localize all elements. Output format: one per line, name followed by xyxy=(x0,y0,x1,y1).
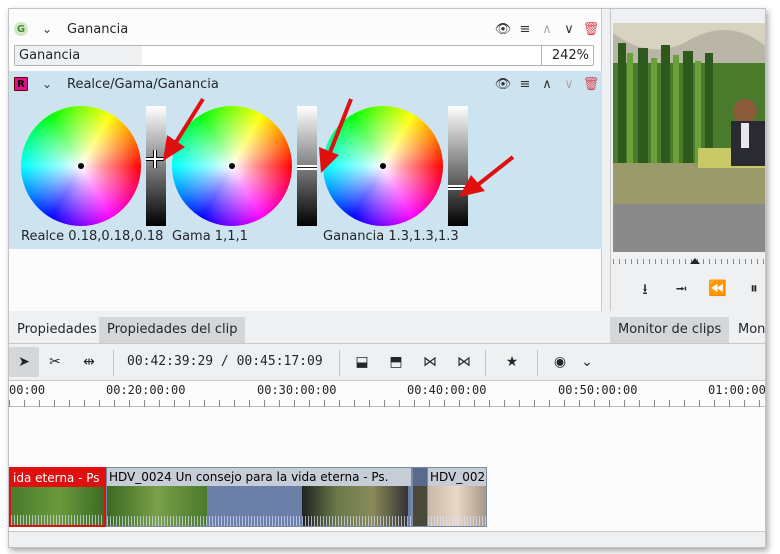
lift-color-wheel[interactable] xyxy=(21,106,141,226)
video-preview[interactable] xyxy=(613,23,765,204)
tab-properties[interactable]: Propiedades xyxy=(9,317,105,343)
tab-clip-monitor[interactable]: Monitor de clips xyxy=(610,317,730,343)
record-audio-icon[interactable]: ◉ xyxy=(545,347,575,377)
ruler-tick: 00:30:00:00 xyxy=(257,383,337,397)
timeline: 00:00 00:20:00:00 00:30:00:00 00:40:00:0… xyxy=(9,381,766,547)
lift-label: Realce 0.18,0.18,0.18 xyxy=(21,229,164,244)
timeline-clip-selected[interactable]: ida eterna - Ps xyxy=(9,467,106,527)
monitor-transport: ⭳ ⭲ ⏪ ⏸ xyxy=(631,279,765,304)
chevron-up-icon[interactable]: ∧ xyxy=(536,22,558,37)
insert-clip-icon[interactable]: ⬓ xyxy=(347,347,377,377)
effect-badge-lgg: R xyxy=(14,77,28,91)
video-track: ida eterna - Ps HDV_0024 Un consejo para… xyxy=(9,467,765,529)
collapse-chevron-icon[interactable]: ⌄ xyxy=(42,77,56,91)
wheel-center-dot xyxy=(78,163,84,169)
favorite-star-icon[interactable]: ★ xyxy=(497,347,527,377)
toolbar-separator xyxy=(485,350,486,376)
toolbar-separator xyxy=(339,350,340,376)
chevron-down-icon[interactable]: ⌄ xyxy=(572,347,602,377)
gain-label: Ganancia 1.3,1.3,1.3 xyxy=(323,229,459,244)
clip-monitor-panel: ⭳ ⭲ ⏪ ⏸ xyxy=(610,9,765,311)
ruler-tick: 00:20:00:00 xyxy=(106,383,186,397)
lgg-effect: R ⌄ Realce/Gama/Ganancia 👁 ≡ ∧ ∨ 🗑 Realc… xyxy=(9,71,602,249)
timeline-ruler[interactable]: 00:00 00:20:00:00 00:30:00:00 00:40:00:0… xyxy=(9,381,766,407)
extract-zone-icon[interactable]: ⋈ xyxy=(415,347,445,377)
annotation-arrow-icon xyxy=(319,98,353,173)
timeline-scrollbar[interactable] xyxy=(9,531,765,547)
annotation-arrow-icon xyxy=(163,97,205,161)
eye-icon[interactable]: 👁 xyxy=(492,77,514,92)
kdenlive-window: G ⌄ Ganancia 👁 ≡ ∧ ∨ 🗑 Ganancia 242% R ⌄… xyxy=(8,8,766,548)
gain-slider-label: Ganancia xyxy=(19,48,81,63)
timeline-toolbar: ➤ ✂ ⇹ 00:42:39:29 / 00:45:17:09 ⬓ ⬒ ⋈ ⋈ … xyxy=(9,343,765,381)
toolbar-separator xyxy=(113,350,114,376)
menu-icon[interactable]: ≡ xyxy=(514,77,536,92)
ruler-minor-ticks xyxy=(9,400,765,407)
gamma-label: Gama 1,1,1 xyxy=(172,229,248,244)
trash-icon[interactable]: 🗑 xyxy=(580,22,602,37)
collapse-chevron-icon[interactable]: ⌄ xyxy=(42,22,56,36)
pause-icon[interactable]: ⏸ xyxy=(740,279,765,304)
gain-slider[interactable]: Ganancia 242% xyxy=(14,45,594,66)
effect-stack-panel: G ⌄ Ganancia 👁 ≡ ∧ ∨ 🗑 Ganancia 242% R ⌄… xyxy=(9,9,602,311)
set-out-point-icon[interactable]: ⭲ xyxy=(667,279,695,304)
audio-waveform xyxy=(107,516,411,526)
chevron-down-icon[interactable]: ∨ xyxy=(558,77,580,92)
toolbar-separator xyxy=(537,350,538,376)
effect-badge-gain: G xyxy=(14,22,28,36)
annotation-arrow-icon xyxy=(459,155,515,197)
audio-waveform xyxy=(11,515,104,525)
ruler-tick: 00:40:00:00 xyxy=(407,383,487,397)
menu-icon[interactable]: ≡ xyxy=(514,22,536,37)
effect-title-gain: Ganancia xyxy=(67,21,129,37)
timeline-clip[interactable]: HDV_0024 Un consejo para la vida eterna … xyxy=(106,467,412,527)
overwrite-clip-icon[interactable]: ⬒ xyxy=(381,347,411,377)
lift-zone-icon[interactable]: ⋈ xyxy=(449,347,479,377)
razor-tool-icon[interactable]: ✂ xyxy=(40,347,70,377)
rewind-icon[interactable]: ⏪ xyxy=(704,279,732,304)
timeline-timecode: 00:42:39:29 / 00:45:17:09 xyxy=(127,354,323,369)
audio-waveform xyxy=(428,516,486,526)
effect-title-lgg: Realce/Gama/Ganancia xyxy=(67,76,219,92)
timeline-clip[interactable]: HDV_002 xyxy=(427,467,487,527)
spacer-tool-icon[interactable]: ⇹ xyxy=(74,347,104,377)
clip-title: ida eterna - Ps xyxy=(11,469,104,487)
eye-icon[interactable]: 👁 xyxy=(492,22,514,37)
gain-slider-value[interactable]: 242% xyxy=(541,46,593,65)
monitor-playhead[interactable] xyxy=(690,258,700,264)
video-frame xyxy=(613,23,765,204)
wheel-center-dot xyxy=(380,163,386,169)
chevron-up-icon[interactable]: ∧ xyxy=(536,77,558,92)
effect-tools-lgg: 👁 ≡ ∧ ∨ 🗑 xyxy=(492,71,602,97)
effect-header-gain[interactable]: G ⌄ Ganancia 👁 ≡ ∧ ∨ 🗑 xyxy=(9,16,602,42)
ruler-tick: 01:00:00 xyxy=(708,383,766,397)
trash-icon[interactable]: 🗑 xyxy=(580,77,602,92)
set-in-point-icon[interactable]: ⭳ xyxy=(631,279,659,304)
effect-tools-gain: 👁 ≡ ∧ ∨ 🗑 xyxy=(492,16,602,42)
effect-header-lgg[interactable]: R ⌄ Realce/Gama/Ganancia 👁 ≡ ∧ ∨ 🗑 xyxy=(9,71,602,97)
tab-clip-properties[interactable]: Propiedades del clip xyxy=(99,317,246,343)
ruler-tick: 00:00 xyxy=(9,383,46,397)
clip-title: HDV_0024 Un consejo para la vida eterna … xyxy=(107,468,411,486)
tab-project-monitor[interactable]: Mon xyxy=(730,317,765,343)
wheel-center-dot xyxy=(229,163,235,169)
clip-title: HDV_002 xyxy=(428,468,486,486)
ruler-tick: 00:50:00:00 xyxy=(558,383,638,397)
monitor-letterbox xyxy=(613,204,765,252)
chevron-down-icon[interactable]: ∨ xyxy=(558,22,580,37)
select-tool-icon[interactable]: ➤ xyxy=(9,347,39,377)
